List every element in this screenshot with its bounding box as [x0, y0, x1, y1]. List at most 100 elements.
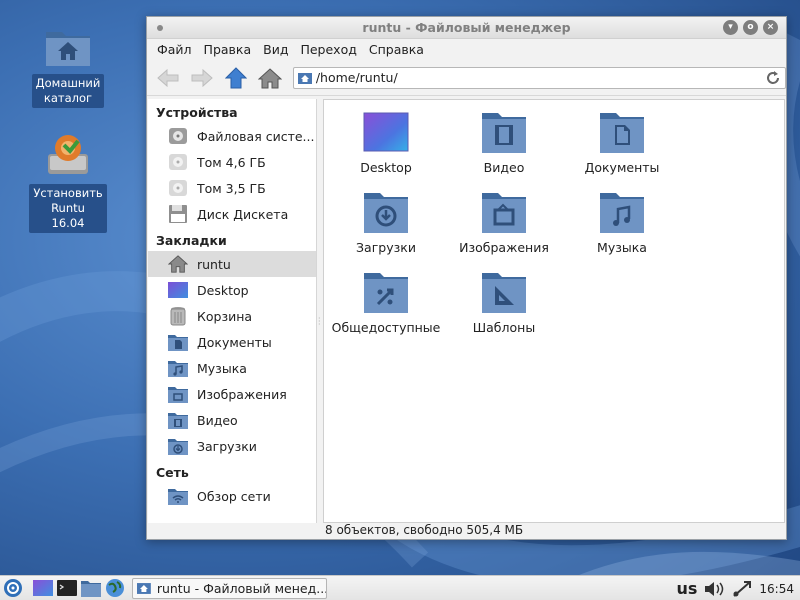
music-folder-icon — [168, 358, 188, 378]
folder-home-small-icon — [137, 583, 151, 594]
desktop-icon — [168, 280, 188, 300]
desktop-folder-icon — [363, 112, 409, 152]
desktop-icon-home[interactable]: Домашний каталог — [29, 26, 107, 108]
sidebar-item-label: Загрузки — [197, 438, 257, 454]
network-status-icon[interactable] — [731, 579, 753, 599]
terminal-launcher[interactable] — [56, 577, 78, 599]
sidebar-item-pictures[interactable]: Изображения — [148, 381, 316, 407]
file-item-pictures[interactable]: Изображения — [445, 190, 563, 255]
minimize-button[interactable]: ▾ — [723, 20, 738, 35]
maximize-button[interactable]: o — [743, 20, 758, 35]
keyboard-layout-indicator[interactable]: us — [676, 579, 697, 598]
sidebar-item-downloads[interactable]: Загрузки — [148, 433, 316, 459]
sidebar-item-filesystem[interactable]: Файловая систе... — [148, 123, 316, 149]
address-bar[interactable]: /home/runtu/ — [292, 66, 787, 89]
desktop-icon — [33, 580, 53, 596]
file-item-video[interactable]: Видео — [445, 110, 563, 175]
system-tray: us 16:54 — [676, 576, 800, 600]
desktop-icon-install[interactable]: Установить Runtu 16.04 — [29, 132, 107, 233]
close-button[interactable]: × — [763, 20, 778, 35]
sidebar-item-label: Документы — [197, 334, 272, 350]
sidebar-item-browse-network[interactable]: Обзор сети — [148, 483, 316, 509]
public-folder-icon — [364, 273, 408, 313]
documents-folder-icon — [600, 113, 644, 153]
start-menu-button[interactable] — [2, 577, 24, 599]
sidebar-item-volume-1[interactable]: Том 4,6 ГБ — [148, 149, 316, 175]
desktop-icon-install-label: Установить Runtu 16.04 — [29, 184, 107, 233]
network-folder-icon — [168, 486, 188, 506]
forward-button[interactable] — [187, 64, 217, 92]
file-item-music[interactable]: Музыка — [563, 190, 681, 255]
disk-icon — [168, 152, 188, 172]
menu-go[interactable]: Переход — [294, 42, 362, 57]
sidebar-item-music[interactable]: Музыка — [148, 355, 316, 381]
taskbar-task-file-manager[interactable]: runtu - Файловый менед... — [132, 577, 327, 599]
sidebar-item-volume-2[interactable]: Том 3,5 ГБ — [148, 175, 316, 201]
reload-icon[interactable] — [765, 70, 781, 86]
file-item-label: Общедоступные — [331, 320, 441, 335]
window-titlebar[interactable]: runtu - Файловый менеджер ▾ o × — [147, 17, 786, 39]
home-folder-icon — [46, 32, 90, 66]
clock[interactable]: 16:54 — [759, 582, 794, 596]
music-folder-icon — [600, 193, 644, 233]
sidebar-header-network: Сеть — [156, 465, 189, 480]
sidebar-item-desktop[interactable]: Desktop — [148, 277, 316, 303]
file-manager-launcher[interactable] — [80, 577, 102, 599]
show-desktop-button[interactable] — [32, 577, 54, 599]
address-path: /home/runtu/ — [315, 70, 398, 85]
file-item-downloads[interactable]: Загрузки — [327, 190, 445, 255]
sidebar-item-label: Диск Дискета — [197, 206, 289, 222]
pictures-folder-icon — [482, 193, 526, 233]
up-button[interactable] — [221, 64, 251, 92]
file-item-desktop[interactable]: Desktop — [327, 110, 445, 175]
sidebar-header-devices: Устройства — [156, 105, 238, 120]
file-item-public[interactable]: Общедоступные — [327, 270, 445, 335]
file-item-label: Видео — [483, 160, 525, 175]
sidebar-item-label: Том 3,5 ГБ — [197, 180, 266, 196]
toolbar: /home/runtu/ — [147, 60, 787, 96]
file-item-documents[interactable]: Документы — [563, 110, 681, 175]
file-item-templates[interactable]: Шаблоны — [445, 270, 563, 335]
sidebar-item-label: Видео — [197, 412, 238, 428]
file-item-label: Desktop — [360, 160, 412, 175]
sidebar-item-documents[interactable]: Документы — [148, 329, 316, 355]
menu-edit[interactable]: Правка — [198, 42, 258, 57]
home-button[interactable] — [255, 64, 285, 92]
menu-view[interactable]: Вид — [257, 42, 294, 57]
sidebar-item-label: runtu — [197, 256, 231, 272]
up-arrow-icon — [224, 66, 247, 88]
hard-disk-icon — [168, 126, 188, 146]
volume-icon[interactable] — [703, 580, 725, 598]
menu-file[interactable]: Файл — [151, 42, 198, 57]
sidebar-item-video[interactable]: Видео — [148, 407, 316, 433]
file-item-label: Документы — [584, 160, 660, 175]
sidebar-item-runtu[interactable]: runtu — [148, 251, 316, 277]
sidebar-item-label: Изображения — [197, 386, 287, 402]
file-item-label: Шаблоны — [472, 320, 536, 335]
sidebar-header-bookmarks: Закладки — [156, 233, 227, 248]
globe-icon — [106, 579, 124, 597]
forward-arrow-icon — [191, 68, 213, 87]
back-button[interactable] — [153, 64, 183, 92]
file-manager-window: runtu - Файловый менеджер ▾ o × Файл Пра… — [146, 16, 787, 540]
sidebar-item-trash[interactable]: Корзина — [148, 303, 316, 329]
back-arrow-icon — [157, 68, 179, 87]
file-item-label: Изображения — [459, 240, 549, 255]
browser-launcher[interactable] — [104, 577, 126, 599]
disk-icon — [168, 178, 188, 198]
window-title: runtu - Файловый менеджер — [362, 20, 571, 35]
sidebar-item-floppy[interactable]: Диск Дискета — [148, 201, 316, 227]
status-bar-text: 8 объектов, свободно 505,4 МБ — [325, 523, 524, 537]
sidebar-item-label: Файловая систе... — [197, 128, 315, 144]
pane-resize-handle[interactable]: · · · — [318, 315, 321, 329]
pictures-folder-icon — [168, 384, 188, 404]
menu-help[interactable]: Справка — [363, 42, 430, 57]
home-icon — [257, 67, 282, 88]
sidebar-item-label: Том 4,6 ГБ — [197, 154, 266, 170]
file-item-label: Загрузки — [356, 240, 416, 255]
documents-folder-icon — [168, 332, 188, 352]
terminal-icon — [57, 580, 77, 596]
file-icon-view: Desktop Видео Документы Загрузки Изображ… — [323, 99, 785, 523]
floppy-icon — [168, 204, 188, 224]
desktop-icon-home-label: Домашний каталог — [31, 74, 105, 108]
